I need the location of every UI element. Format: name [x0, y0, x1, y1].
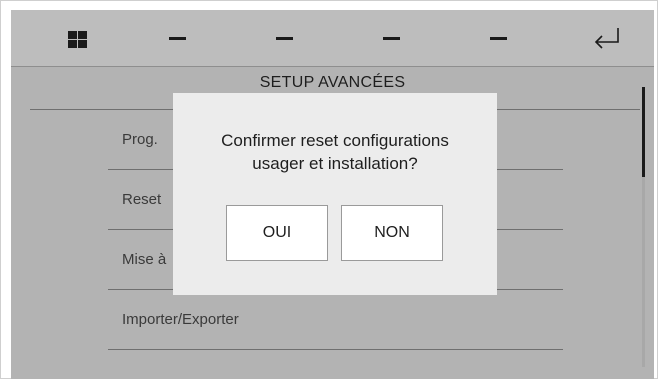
dash-icon[interactable] — [276, 37, 293, 40]
page-title: SETUP AVANCÉES — [259, 74, 406, 91]
dialog-message-line-1: Confirmer reset configurations — [221, 131, 449, 150]
enter-return-icon[interactable] — [591, 26, 623, 52]
menu-item-label: Importer/Exporter — [122, 311, 239, 328]
dialog-message: Confirmer reset configurations usager et… — [173, 129, 497, 175]
confirm-dialog: Confirmer reset configurations usager et… — [173, 93, 497, 295]
confirm-yes-button[interactable]: OUI — [226, 205, 328, 261]
grid-icon[interactable] — [68, 31, 87, 48]
dash-icon[interactable] — [490, 37, 507, 40]
dash-icon[interactable] — [383, 37, 400, 40]
menu-item-label: Reset — [122, 191, 162, 208]
top-navigation-bar — [11, 10, 654, 67]
dialog-message-line-2: usager et installation? — [252, 154, 418, 173]
scrollbar-thumb[interactable] — [642, 87, 645, 177]
device-screen: SETUP AVANCÉES Prog. Reset Mise à Import… — [11, 10, 654, 379]
menu-item-label: Prog. — [122, 131, 158, 148]
top-bar-divider — [11, 66, 654, 67]
confirm-no-button[interactable]: NON — [341, 205, 443, 261]
menu-item-label: Mise à — [122, 251, 167, 268]
menu-item-importer-exporter[interactable]: Importer/Exporter — [108, 290, 563, 350]
dash-icon[interactable] — [169, 37, 186, 40]
